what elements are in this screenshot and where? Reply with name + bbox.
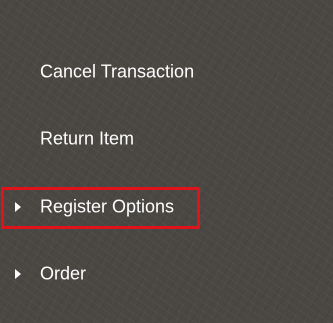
menu-item-register-options[interactable]: Register Options [0,187,333,227]
menu-item-label: Cancel Transaction [40,61,195,82]
menu-panel: Cancel Transaction Return Item Register … [0,0,333,323]
menu-item-cancel-transaction[interactable]: Cancel Transaction [0,52,333,92]
menu-item-label: Register Options [40,196,175,217]
menu-item-order[interactable]: Order [0,254,333,294]
menu-item-return-item[interactable]: Return Item [0,119,333,159]
menu-item-label: Return Item [40,128,135,149]
menu-item-label: Order [40,263,87,284]
caret-right-icon [15,202,21,212]
caret-right-icon [15,269,21,279]
